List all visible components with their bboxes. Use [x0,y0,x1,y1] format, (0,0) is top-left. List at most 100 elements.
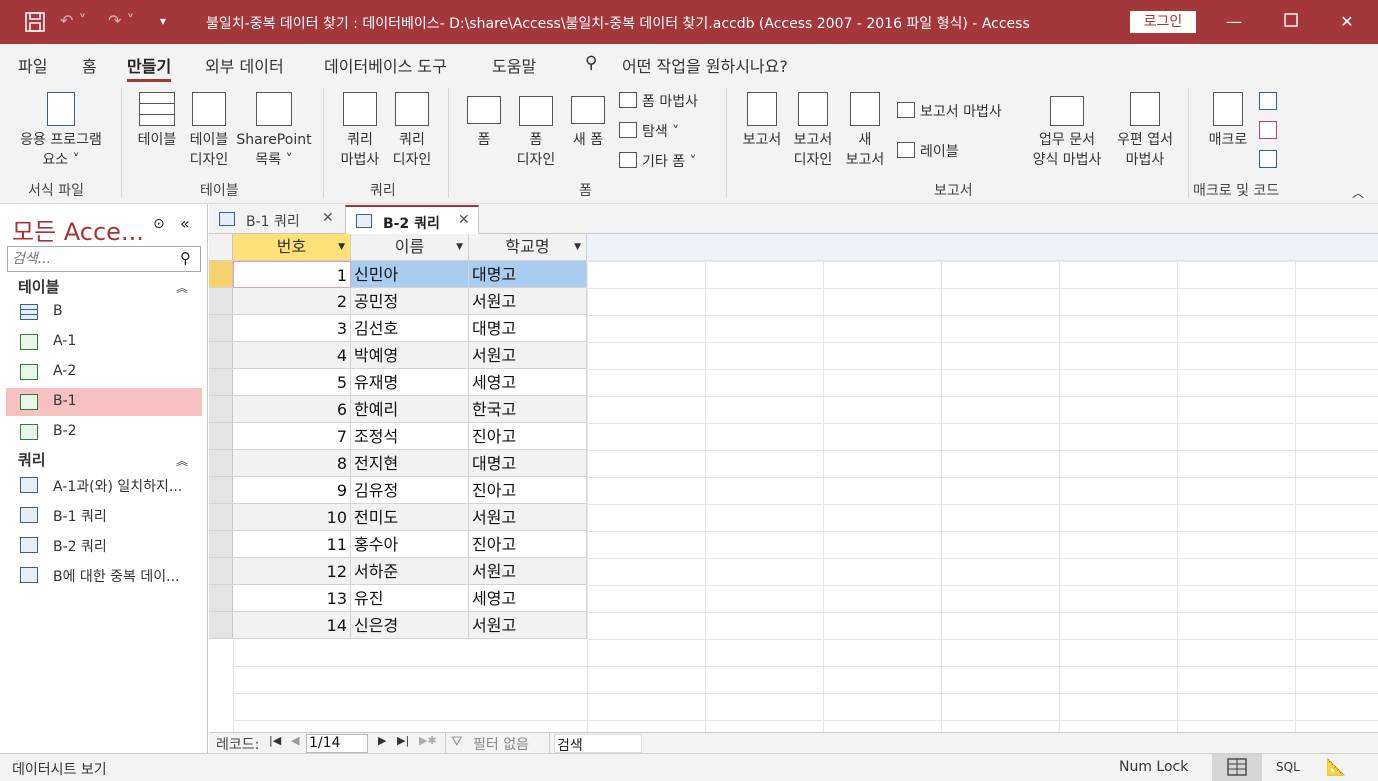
sort-filter-dropdown-icon[interactable]: ▼ [338,234,345,260]
cell-school[interactable]: 서원고 [469,612,587,639]
sharepoint-list-button[interactable]: SharePoint 목록 ˅ [236,130,312,170]
cell-name[interactable]: 박예영 [351,342,469,369]
cell-name[interactable]: 전지현 [351,450,469,477]
module-icon[interactable] [1259,92,1277,110]
cell-school[interactable]: 진아고 [469,477,587,504]
postcard-wizard-button[interactable]: 우편 엽서 마법사 [1110,130,1180,170]
tab-home[interactable]: 홈 [82,53,97,77]
record-selector[interactable] [209,261,233,288]
form-wizard-button[interactable]: 폼 마법사 [642,91,698,111]
search-icon[interactable]: ⚲ [180,249,191,267]
record-selector[interactable] [209,450,233,477]
nav-section-queries[interactable]: 쿼리 [18,449,46,470]
collapse-ribbon-icon[interactable]: ︿ [1352,184,1364,201]
close-tab-icon[interactable]: ✕ [322,210,334,226]
doc-tab-b2-query[interactable]: B-2 쿼리 ✕ [345,205,479,235]
record-selector[interactable] [209,288,233,315]
column-header-school[interactable]: 학교명 ▼ [469,234,587,261]
customize-toolbar-icon[interactable]: ▾ [160,11,166,31]
nav-item-b-1[interactable]: B-1 [6,388,202,416]
tab-help[interactable]: 도움말 [492,53,536,77]
cell-number[interactable]: 4 [233,342,351,369]
nav-search-input[interactable] [12,248,177,270]
cell-name[interactable]: 홍수아 [351,531,469,558]
cell-name[interactable]: 김유정 [351,477,469,504]
cell-school[interactable]: 대명고 [469,315,587,342]
cell-school[interactable]: 진아고 [469,531,587,558]
cell-school[interactable]: 세영고 [469,369,587,396]
last-record-icon[interactable]: ▶| [397,734,409,747]
nav-section-tables[interactable]: 테이블 [18,276,59,297]
record-search-input[interactable]: 검색 [554,734,642,754]
nav-item-a-1[interactable]: A-1 [6,328,202,356]
report-button[interactable]: 보고서 [737,130,787,150]
cell-school[interactable]: 서원고 [469,504,587,531]
record-selector[interactable] [209,369,233,396]
nav-menu-dropdown-icon[interactable]: ⊙ [153,216,165,232]
business-wizard-button[interactable]: 업무 문서 양식 마법사 [1024,130,1110,170]
cell-school[interactable]: 서원고 [469,288,587,315]
query-wizard-button[interactable]: 쿼리 마법사 [334,130,386,170]
nav-item-query-b-duplicates[interactable]: B에 대한 중복 데이... [6,561,202,589]
form-design-button[interactable]: 폼 디자인 [510,130,562,170]
record-selector[interactable] [209,612,233,639]
cell-school[interactable]: 대명고 [469,450,587,477]
cell-name[interactable]: 공민정 [351,288,469,315]
cell-school[interactable]: 서원고 [469,558,587,585]
macro-button[interactable]: 매크로 [1200,130,1256,150]
cell-number[interactable]: 7 [233,423,351,450]
record-selector[interactable] [209,504,233,531]
record-selector[interactable] [209,423,233,450]
save-icon[interactable] [24,11,46,38]
shutter-bar-close-icon[interactable]: « [180,214,190,233]
record-selector[interactable] [209,531,233,558]
new-record-icon[interactable]: ▶✱ [419,734,437,747]
previous-record-icon[interactable]: ◀ [291,734,299,747]
cell-number[interactable]: 14 [233,612,351,639]
collapse-section-icon[interactable]: ︽ [176,452,188,469]
cell-number[interactable]: 9 [233,477,351,504]
cell-name[interactable]: 서하준 [351,558,469,585]
cell-name[interactable]: 한예리 [351,396,469,423]
close-tab-icon[interactable]: ✕ [458,212,470,228]
tell-me-input[interactable]: 어떤 작업을 원하시나요? [622,53,788,77]
report-wizard-button[interactable]: 보고서 마법사 [920,101,1002,121]
cell-number[interactable]: 1 [233,261,351,288]
class-module-icon[interactable] [1259,121,1277,139]
cell-number[interactable]: 13 [233,585,351,612]
blank-report-button[interactable]: 새 보고서 [840,130,890,170]
cell-number[interactable]: 6 [233,396,351,423]
collapse-section-icon[interactable]: ︽ [176,279,188,296]
nav-item-b-2[interactable]: B-2 [6,418,202,446]
cell-number[interactable]: 5 [233,369,351,396]
cell-number[interactable]: 2 [233,288,351,315]
cell-name[interactable]: 전미도 [351,504,469,531]
cell-name[interactable]: 신민아 [351,261,469,288]
select-all-corner[interactable] [209,234,233,261]
tab-file[interactable]: 파일 [18,53,47,77]
more-forms-button[interactable]: 기타 폼 ˅ [642,151,697,171]
cell-number[interactable]: 8 [233,450,351,477]
record-selector[interactable] [209,342,233,369]
table-design-button[interactable]: 테이블 디자인 [182,130,236,170]
datasheet-view-button[interactable] [1212,754,1262,781]
nav-item-query-a1-unmatched[interactable]: A-1과(와) 일치하지... [6,471,202,499]
visual-basic-icon[interactable] [1259,150,1277,168]
cell-number[interactable]: 10 [233,504,351,531]
record-selector[interactable] [209,558,233,585]
record-selector[interactable] [209,477,233,504]
table-button[interactable]: 테이블 [132,130,182,150]
nav-item-query-b1[interactable]: B-1 쿼리 [6,501,202,529]
record-selector[interactable] [209,315,233,342]
cell-school[interactable]: 대명고 [469,261,587,288]
sort-filter-dropdown-icon[interactable]: ▼ [456,234,463,260]
design-view-icon[interactable]: 📐 [1326,757,1346,776]
cell-number[interactable]: 3 [233,315,351,342]
next-record-icon[interactable]: ▶ [378,734,386,747]
doc-tab-b1-query[interactable]: B-1 쿼리 ✕ [209,205,343,234]
cell-school[interactable]: 서원고 [469,342,587,369]
tab-external-data[interactable]: 외부 데이터 [205,53,284,77]
nav-pane-title[interactable]: 모든 Acce... [12,212,144,247]
nav-item-table-b[interactable]: B [6,298,202,326]
nav-item-query-b2[interactable]: B-2 쿼리 [6,531,202,559]
